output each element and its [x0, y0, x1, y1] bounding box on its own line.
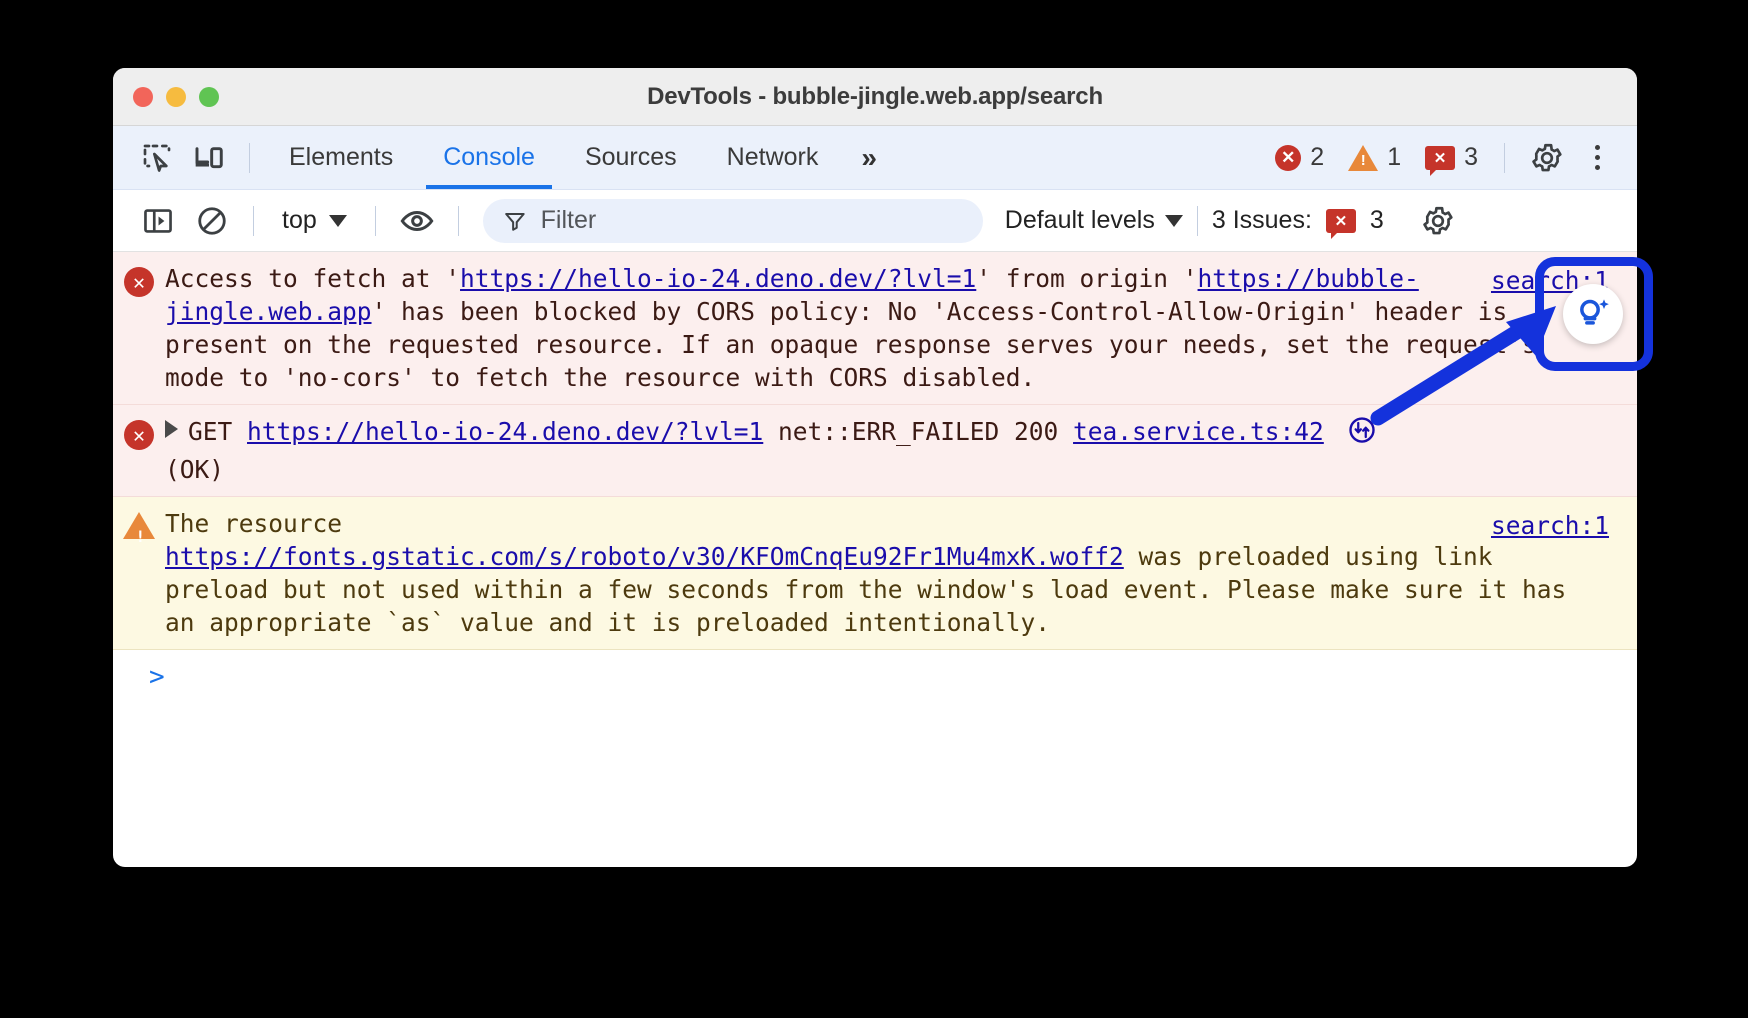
console-toolbar-divider-2: [375, 206, 376, 236]
console-message-row[interactable]: ✕ Access to fetch at 'https://hello-io-2…: [113, 252, 1637, 405]
tab-sources-label: Sources: [585, 143, 677, 172]
clear-console-icon[interactable]: [185, 199, 239, 243]
live-expression-eye-icon[interactable]: [390, 199, 444, 243]
error-circle-icon: ✕: [113, 262, 165, 394]
issues-bar-label: 3 Issues:: [1212, 206, 1312, 235]
devtools-tab-list: Elements Console Sources Network »: [264, 126, 895, 189]
tab-sources[interactable]: Sources: [560, 126, 702, 189]
console-toolbar: top Default levels: [113, 190, 1637, 252]
message-part-text: net::ERR_FAILED 200: [763, 417, 1073, 446]
warning-counter[interactable]: 1: [1336, 143, 1413, 172]
tab-network[interactable]: Network: [702, 126, 844, 189]
chevron-down-icon: [329, 215, 347, 227]
ask-ai-lightbulb-button[interactable]: [1563, 284, 1623, 344]
window-titlebar: DevTools - bubble-jingle.web.app/search: [113, 68, 1637, 126]
log-levels-label: Default levels: [1005, 206, 1155, 235]
console-message-row[interactable]: The resource https://fonts.gstatic.com/s…: [113, 497, 1637, 650]
console-toolbar-divider-3: [458, 206, 459, 236]
message-source-link[interactable]: search:1: [1491, 509, 1609, 542]
tabbar-status-area: ✕ 2 1 ✕ 3: [1263, 135, 1637, 181]
devtools-window: DevTools - bubble-jingle.web.app/search: [113, 68, 1637, 867]
filter-input-wrapper[interactable]: [483, 199, 983, 243]
minimize-window-button[interactable]: [166, 87, 186, 107]
issues-counter[interactable]: ✕ 3: [1413, 143, 1490, 172]
close-window-button[interactable]: [133, 87, 153, 107]
error-circle-icon: ✕: [113, 415, 165, 486]
window-traffic-lights: [133, 87, 219, 107]
issues-bar-button[interactable]: 3 Issues: ✕ 3: [1212, 206, 1384, 235]
message-part-text: ' from origin ': [976, 264, 1197, 293]
filter-funnel-icon: [503, 208, 527, 234]
message-part-text: Access to fetch at ': [165, 264, 460, 293]
console-message-list: ✕ Access to fetch at 'https://hello-io-2…: [113, 252, 1637, 714]
console-toolbar-divider-4: [1197, 206, 1198, 236]
issues-bar-badge-icon: ✕: [1326, 209, 1356, 233]
console-sidebar-toggle-icon[interactable]: [131, 199, 185, 243]
console-toolbar-divider-1: [253, 206, 254, 236]
tab-network-label: Network: [727, 143, 819, 172]
tab-elements-label: Elements: [289, 143, 393, 172]
warning-triangle-icon: [1348, 145, 1378, 171]
console-message-text: The resource https://fonts.gstatic.com/s…: [165, 507, 1637, 639]
tab-elements[interactable]: Elements: [264, 126, 418, 189]
expand-message-triangle-icon[interactable]: [165, 420, 178, 438]
message-part-text: The resource: [165, 509, 342, 538]
message-part-text: ' has been blocked by CORS policy: No 'A…: [165, 297, 1537, 392]
more-tabs-button[interactable]: »: [843, 126, 895, 189]
settings-gear-icon[interactable]: [1519, 135, 1575, 181]
network-request-icon[interactable]: [1347, 415, 1377, 453]
window-title: DevTools - bubble-jingle.web.app/search: [113, 83, 1637, 111]
console-prompt[interactable]: >: [113, 650, 1637, 714]
warning-count: 1: [1387, 143, 1401, 172]
message-continuation-text: (OK): [165, 453, 1597, 486]
issue-badge-icon: ✕: [1425, 146, 1455, 170]
tab-console[interactable]: Console: [418, 126, 560, 189]
execution-context-label: top: [282, 206, 317, 235]
execution-context-selector[interactable]: top: [268, 206, 361, 235]
issues-bar-count: 3: [1370, 206, 1384, 235]
lightbulb-sparkle-icon: [1573, 294, 1613, 334]
filter-input[interactable]: [541, 206, 963, 235]
error-counter[interactable]: ✕ 2: [1263, 143, 1336, 172]
tabbar-right-divider: [1504, 143, 1505, 173]
error-count: 2: [1310, 143, 1324, 172]
tab-console-label: Console: [443, 143, 535, 172]
device-toolbar-icon[interactable]: [183, 135, 235, 181]
console-message-text: Access to fetch at 'https://hello-io-24.…: [165, 262, 1637, 394]
screenshot-root: DevTools - bubble-jingle.web.app/search: [0, 0, 1748, 1018]
more-tabs-icon: »: [861, 142, 877, 174]
prompt-chevron-icon: >: [149, 662, 165, 692]
console-message-row[interactable]: ✕ GET https://hello-io-24.deno.dev/?lvl=…: [113, 405, 1637, 497]
issues-count: 3: [1464, 143, 1478, 172]
tabbar-divider: [249, 143, 250, 173]
inspect-element-icon[interactable]: [131, 135, 183, 181]
message-link-request-url[interactable]: https://hello-io-24.deno.dev/?lvl=1: [460, 264, 976, 293]
more-options-kebab-icon[interactable]: [1575, 135, 1619, 181]
message-source-link[interactable]: tea.service.ts:42: [1073, 417, 1324, 446]
error-circle-icon: ✕: [1275, 145, 1301, 171]
devtools-tabbar: Elements Console Sources Network » ✕: [113, 126, 1637, 190]
console-settings-gear-icon[interactable]: [1410, 198, 1466, 244]
console-message-text: GET https://hello-io-24.deno.dev/?lvl=1 …: [165, 415, 1637, 486]
message-part-text: GET: [188, 417, 247, 446]
message-link-font-url[interactable]: https://fonts.gstatic.com/s/roboto/v30/K…: [165, 542, 1124, 571]
message-link-request-url[interactable]: https://hello-io-24.deno.dev/?lvl=1: [247, 417, 763, 446]
warning-triangle-icon: [113, 507, 165, 639]
zoom-window-button[interactable]: [199, 87, 219, 107]
levels-chevron-down-icon: [1165, 215, 1183, 227]
log-levels-selector[interactable]: Default levels: [1005, 206, 1183, 235]
